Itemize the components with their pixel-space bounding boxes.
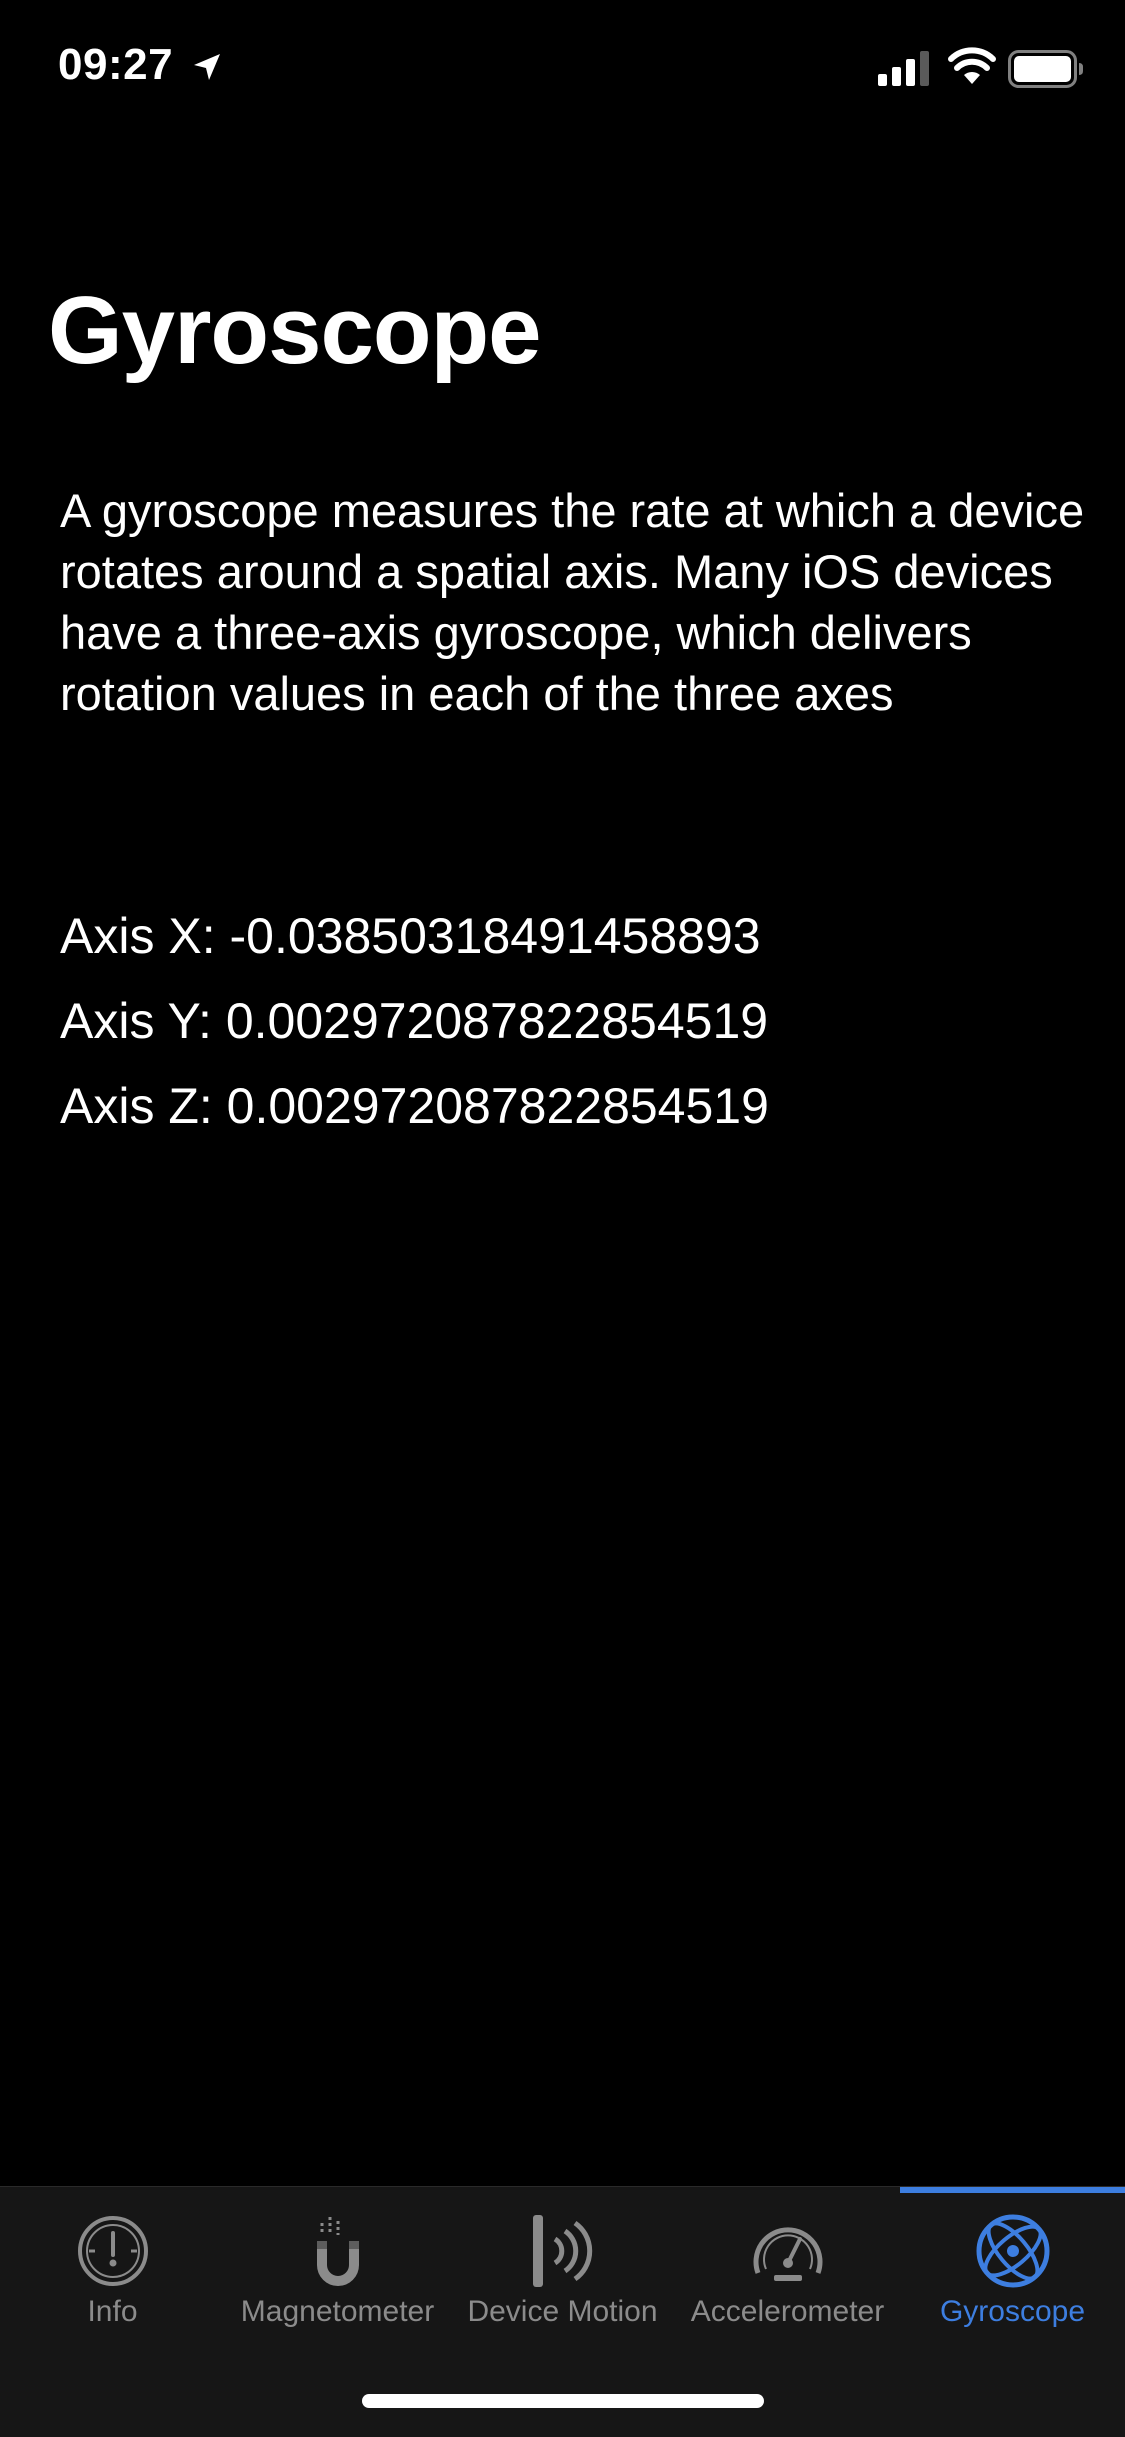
status-bar: 09:27 [0,0,1125,132]
axis-z-value: Axis Z: 0.002972087822854519 [60,1078,769,1134]
wifi-icon [948,47,996,84]
axis-x-value: Axis X: -0.03850318491458893 [60,908,761,964]
cellular-signal-icon [878,51,929,86]
tab-gyroscope-label: Gyroscope [939,2295,1086,2328]
tab-info[interactable]: Info [0,2187,225,2347]
speedometer-icon [753,2227,822,2281]
gyroscope-icon [976,2214,1049,2288]
description-text: A gyroscope measures the rate at which a… [60,484,1085,720]
axis-y-value: Axis Y: 0.002972087822854519 [60,993,769,1049]
status-time: 09:27 [58,40,174,89]
magnet-icon [316,2217,359,2286]
home-indicator[interactable] [362,2394,764,2408]
page-title: Gyroscope [48,277,542,384]
battery-icon [1008,50,1083,88]
location-arrow-icon [194,54,220,80]
info-gauge-icon [77,2216,148,2286]
tab-gyroscope[interactable]: Gyroscope [900,2187,1125,2347]
tab-device-motion[interactable]: Device Motion [450,2187,675,2347]
tab-accelerometer[interactable]: Accelerometer [675,2187,900,2347]
tab-magnetometer[interactable]: Magnetometer [225,2187,450,2347]
vibration-icon [532,2215,592,2287]
